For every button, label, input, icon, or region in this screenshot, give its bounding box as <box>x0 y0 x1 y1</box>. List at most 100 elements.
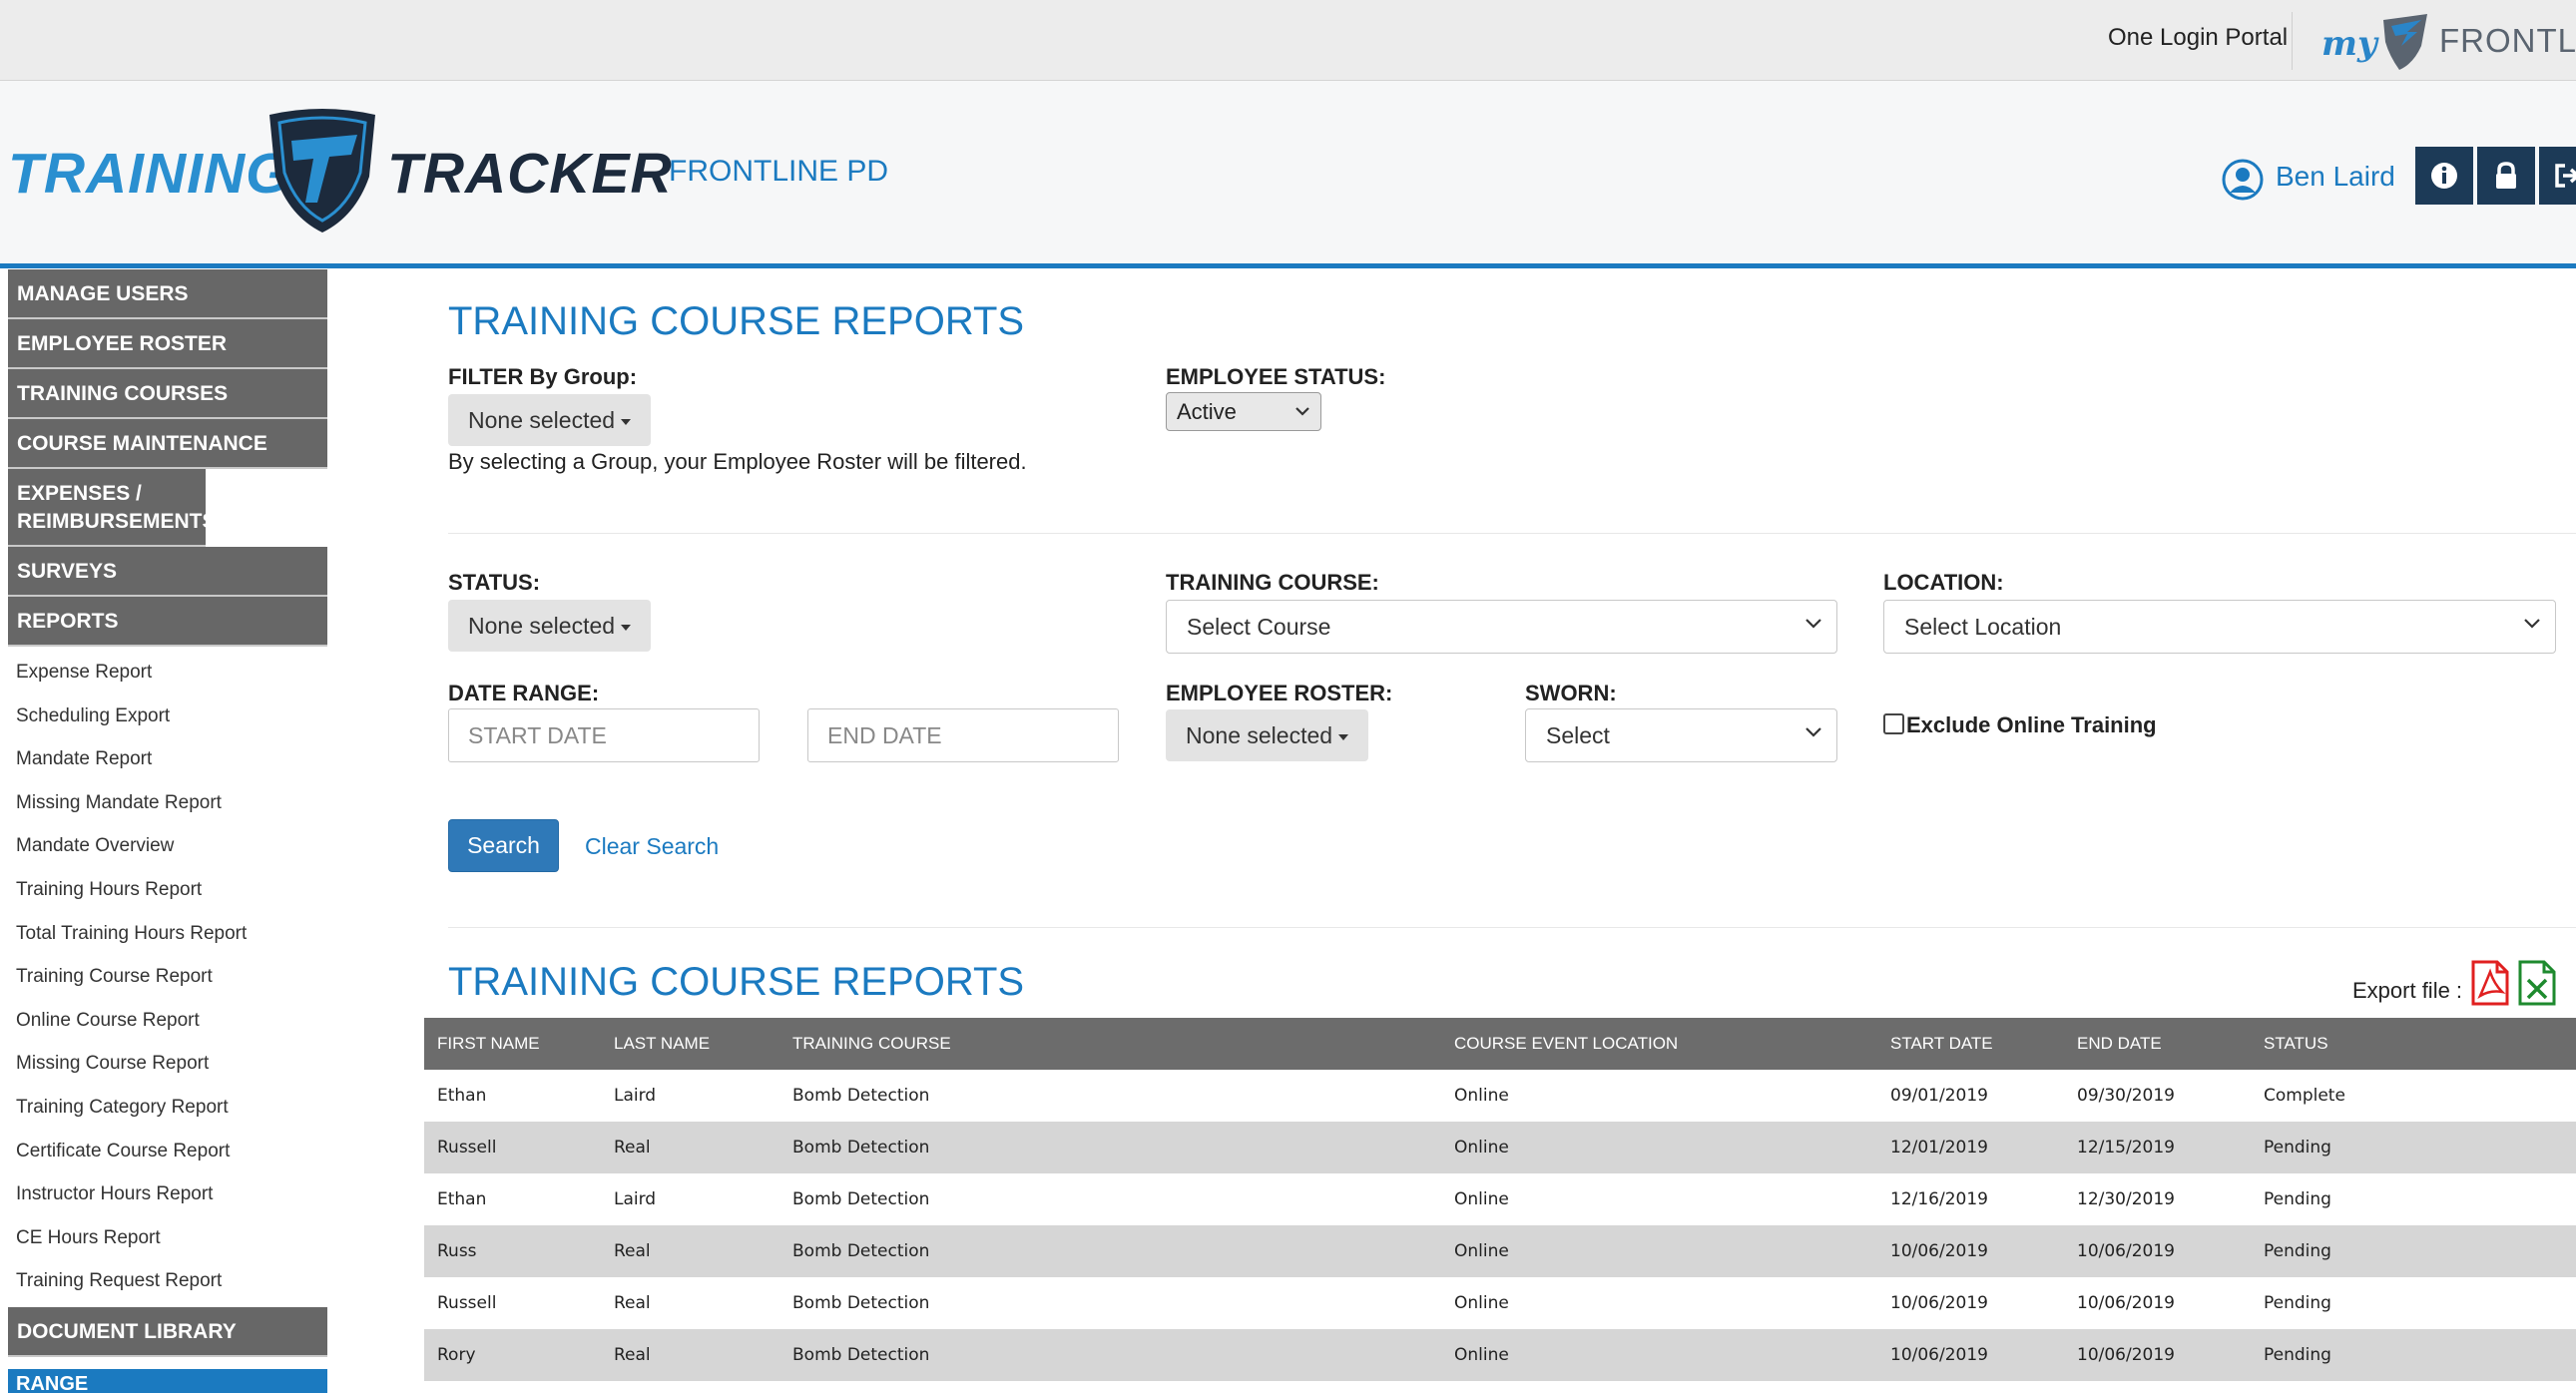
date-range-label: DATE RANGE: <box>448 681 600 705</box>
table-header-row: FIRST NAME LAST NAME TRAINING COURSE COU… <box>424 1018 2576 1070</box>
my-label: my <box>2321 24 2377 64</box>
column-header-status[interactable]: STATUS <box>2251 1018 2576 1070</box>
cell-last-name: Real <box>601 1277 779 1329</box>
search-button[interactable]: Search <box>448 819 559 872</box>
sidebar-item-training-courses[interactable]: TRAINING COURSES <box>8 369 327 419</box>
training-course-label: TRAINING COURSE: <box>1166 570 1379 595</box>
table-row[interactable]: Russ Real Bomb Detection Online 10/06/20… <box>424 1225 2576 1277</box>
table-row[interactable]: Russell Real Bomb Detection Online 10/06… <box>424 1277 2576 1329</box>
report-link-certificate-course[interactable]: Certificate Course Report <box>8 1130 327 1173</box>
cell-end-date: 12/30/2019 <box>2064 1173 2251 1225</box>
table-row[interactable]: Rory Real Bomb Detection Online 10/06/20… <box>424 1329 2576 1381</box>
sworn-value: Select <box>1546 722 1610 748</box>
exclude-online-option: Exclude Online Training <box>1883 712 2157 738</box>
report-link-total-training-hours[interactable]: Total Training Hours Report <box>8 912 327 956</box>
cell-end-date: 12/15/2019 <box>2064 1122 2251 1173</box>
logout-button[interactable] <box>2539 147 2576 205</box>
column-header-course-event-location[interactable]: COURSE EVENT LOCATION <box>1441 1018 1877 1070</box>
page-title: TRAINING COURSE REPORTS <box>448 299 1025 343</box>
report-link-online-course[interactable]: Online Course Report <box>8 999 327 1043</box>
sworn-label: SWORN: <box>1525 681 1617 705</box>
filter-group-dropdown[interactable]: None selected <box>448 394 652 446</box>
column-header-start-date[interactable]: START DATE <box>1877 1018 2064 1070</box>
info-button[interactable] <box>2415 147 2473 205</box>
table-row[interactable]: Russell Real Bomb Detection Online 12/01… <box>424 1122 2576 1173</box>
cell-location: Online <box>1441 1173 1877 1225</box>
sidebar-item-document-library[interactable]: DOCUMENT LIBRARY <box>8 1306 327 1357</box>
training-course-select[interactable]: Select Course <box>1166 600 1837 654</box>
report-link-ce-hours[interactable]: CE Hours Report <box>8 1216 327 1260</box>
exclude-online-checkbox[interactable] <box>1883 713 1904 734</box>
report-link-mandate-overview[interactable]: Mandate Overview <box>8 824 327 868</box>
status-dropdown[interactable]: None selected <box>448 600 652 652</box>
sidebar-item-expenses[interactable]: EXPENSES / REIMBURSEMENTS <box>8 469 217 547</box>
excel-export-icon[interactable] <box>2517 960 2557 1006</box>
cell-last-name: Real <box>601 1225 779 1277</box>
report-link-scheduling-export[interactable]: Scheduling Export <box>8 695 327 738</box>
employee-status-select[interactable]: Active <box>1166 392 1321 431</box>
caret-down-icon <box>1338 733 1349 740</box>
cell-training-course: Bomb Detection <box>779 1122 1441 1173</box>
cell-last-name: Laird <box>601 1070 779 1122</box>
frontline-shield-icon <box>2383 14 2427 70</box>
sidebar-item-reports[interactable]: REPORTS <box>8 597 327 647</box>
report-link-training-hours[interactable]: Training Hours Report <box>8 868 327 912</box>
lock-icon <box>2496 162 2516 189</box>
table-row[interactable]: Ethan Laird Bomb Detection Online 12/16/… <box>424 1173 2576 1225</box>
cell-first-name: Russell <box>424 1277 601 1329</box>
one-login-portal-link[interactable]: One Login Portal <box>2108 24 2288 52</box>
sidebar-nav: MANAGE USERS EMPLOYEE ROSTER TRAINING CO… <box>8 269 327 1357</box>
report-link-training-course[interactable]: Training Course Report <box>8 955 327 999</box>
clear-search-link[interactable]: Clear Search <box>585 833 719 860</box>
filter-group-hint: By selecting a Group, your Employee Rost… <box>448 449 1027 474</box>
report-link-training-request[interactable]: Training Request Report <box>8 1259 327 1303</box>
cell-start-date: 09/01/2019 <box>1877 1070 2064 1122</box>
column-header-end-date[interactable]: END DATE <box>2064 1018 2251 1070</box>
cell-end-date: 10/06/2019 <box>2064 1329 2251 1381</box>
report-link-training-category[interactable]: Training Category Report <box>8 1086 327 1130</box>
cell-end-date: 09/30/2019 <box>2064 1070 2251 1122</box>
sidebar-item-manage-users[interactable]: MANAGE USERS <box>8 269 327 319</box>
cell-status: Pending <box>2251 1173 2576 1225</box>
sidebar-item-surveys[interactable]: SURVEYS <box>8 547 327 597</box>
employee-roster-value: None selected <box>1186 722 1333 748</box>
report-link-missing-mandate[interactable]: Missing Mandate Report <box>8 781 327 825</box>
filter-group-value: None selected <box>468 407 616 433</box>
pdf-export-icon[interactable] <box>2470 960 2510 1006</box>
results-divider <box>448 927 2576 928</box>
table-row[interactable]: Ethan Laird Bomb Detection Online 09/01/… <box>424 1070 2576 1122</box>
cell-first-name: Russ <box>424 1225 601 1277</box>
end-date-input[interactable] <box>807 708 1119 762</box>
employee-roster-dropdown[interactable]: None selected <box>1166 709 1369 761</box>
report-link-mandate[interactable]: Mandate Report <box>8 737 327 781</box>
chevron-down-icon <box>1295 407 1309 416</box>
start-date-input[interactable] <box>448 708 760 762</box>
report-link-missing-course[interactable]: Missing Course Report <box>8 1042 327 1086</box>
chevron-down-icon <box>2524 619 2540 629</box>
column-header-last-name[interactable]: LAST NAME <box>601 1018 779 1070</box>
employee-status-value: Active <box>1177 399 1237 424</box>
location-select[interactable]: Select Location <box>1883 600 2556 654</box>
cell-location: Online <box>1441 1225 1877 1277</box>
column-header-training-course[interactable]: TRAINING COURSE <box>779 1018 1441 1070</box>
user-name: Ben Laird <box>2276 161 2395 192</box>
column-header-first-name[interactable]: FIRST NAME <box>424 1018 601 1070</box>
reports-submenu: Expense Report Scheduling Export Mandate… <box>8 647 327 1307</box>
sidebar-item-employee-roster[interactable]: EMPLOYEE ROSTER <box>8 319 327 369</box>
filters-divider <box>448 533 2576 534</box>
cell-last-name: Laird <box>601 1173 779 1225</box>
report-link-expense[interactable]: Expense Report <box>8 651 327 695</box>
sworn-select[interactable]: Select <box>1525 708 1837 762</box>
exclude-online-label: Exclude Online Training <box>1906 712 2157 737</box>
report-table: FIRST NAME LAST NAME TRAINING COURSE COU… <box>424 1018 2576 1381</box>
caret-down-icon <box>621 418 632 425</box>
chevron-down-icon <box>1805 619 1821 629</box>
sidebar-item-course-maintenance[interactable]: COURSE MAINTENANCE <box>8 419 327 469</box>
sidebar-item-range[interactable]: RANGE <box>8 1369 327 1393</box>
cell-status: Pending <box>2251 1277 2576 1329</box>
cell-training-course: Bomb Detection <box>779 1225 1441 1277</box>
cell-start-date: 10/06/2019 <box>1877 1277 2064 1329</box>
report-link-instructor-hours[interactable]: Instructor Hours Report <box>8 1172 327 1216</box>
logo-text-training: TRAINING <box>8 142 291 206</box>
lock-button[interactable] <box>2477 147 2535 205</box>
